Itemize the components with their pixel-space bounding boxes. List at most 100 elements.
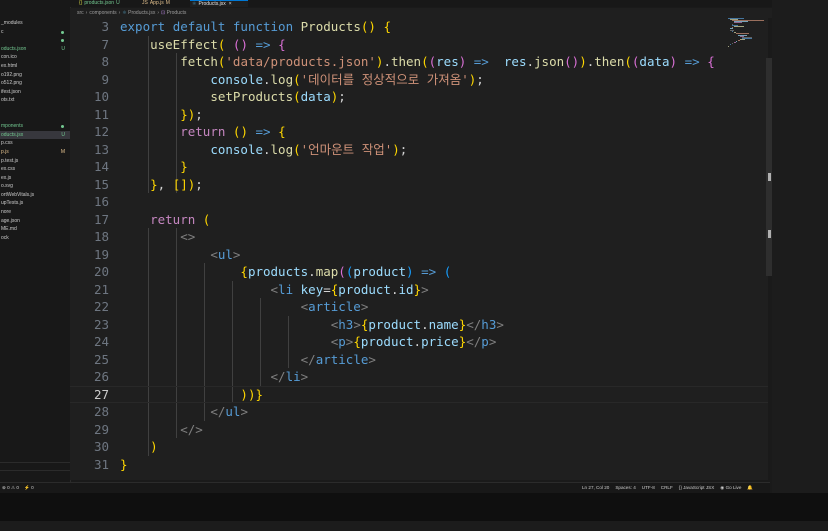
minimap[interactable] [728, 18, 768, 48]
code-line[interactable]: 13 console.log('언마운트 작업'); [70, 141, 768, 159]
line-number: 27 [93, 386, 109, 402]
code-editor[interactable]: 3 export default function Products() {7 u… [70, 18, 768, 480]
minimap-line [734, 25, 745, 27]
code-text: return ( [150, 211, 211, 227]
code-line[interactable]: 26 </li> [70, 368, 768, 386]
explorer-item[interactable]: ifest.json [0, 88, 70, 97]
code-line[interactable]: 19 <ul> [70, 246, 768, 264]
minimap-line [734, 42, 737, 44]
code-text: console.log('언마운트 작업'); [210, 141, 408, 157]
tab-label: App.js [149, 0, 164, 6]
line-number: 11 [93, 106, 109, 122]
explorer-item[interactable]: p.test.js [0, 157, 70, 166]
explorer-item[interactable]: o192.png [0, 71, 70, 80]
line-number: 18 [93, 229, 109, 244]
status-item[interactable]: ◉ Go Live [720, 485, 741, 490]
tab-products-jsx[interactable]: ⚛ Products.jsx × [190, 0, 248, 7]
breadcrumb-segment[interactable]: Products [167, 10, 187, 16]
file-type-icon: JS [142, 0, 148, 6]
explorer-item[interactable]: ortWebVitals.js [0, 191, 70, 200]
line-number: 13 [93, 141, 109, 157]
code-line[interactable]: 28 </ul> [70, 403, 768, 421]
status-item[interactable]: CRLF [661, 485, 673, 490]
code-text: {products.map((product) => ( [240, 264, 452, 279]
explorer-item[interactable]: _modules [0, 19, 70, 28]
code-line[interactable]: 23 <h3>{product.name}</h3> [70, 316, 768, 334]
code-line[interactable]: 30 ) [70, 438, 768, 456]
explorer-divider [0, 470, 70, 471]
code-line[interactable]: 3 export default function Products() { [70, 18, 768, 36]
explorer-item-label: o.svg [1, 183, 13, 190]
code-line[interactable]: 18 <> [70, 228, 768, 246]
breadcrumb-segment[interactable]: src [77, 10, 84, 16]
line-number: 22 [93, 299, 109, 314]
explorer-item[interactable]: age.json [0, 217, 70, 226]
explorer-item[interactable]: p.js M [0, 148, 70, 157]
code-line[interactable]: 21 <li key={product.id}> [70, 281, 768, 299]
code-line[interactable]: 11 }); [70, 106, 768, 124]
code-line[interactable]: 31} [70, 456, 768, 474]
status-item[interactable]: UTF-8 [642, 485, 655, 490]
tab-app-js[interactable]: JS App.js M [140, 0, 188, 7]
minimap-line [738, 40, 741, 41]
status-item[interactable]: 🔔 [747, 485, 753, 490]
code-line[interactable]: 27 ))} [70, 386, 768, 404]
breadcrumb: src › components › ⚛ Products.jsx › ⊡ Products [70, 8, 828, 18]
explorer-item[interactable] [0, 105, 70, 114]
explorer-item[interactable]: o512.png [0, 79, 70, 88]
explorer-item[interactable]: upTests.js [0, 199, 70, 208]
explorer-item[interactable]: oducts.json U [0, 45, 70, 54]
code-line[interactable]: 15 }, []); [70, 176, 768, 194]
minimap-line [732, 43, 734, 45]
explorer-item[interactable]: p.css [0, 139, 70, 148]
status-item[interactable]: Spaces: 4 [615, 485, 635, 490]
code-line[interactable]: 9 console.log('데이터를 정상적으로 가져옴'); [70, 71, 768, 89]
explorer-item[interactable]: ex.js [0, 174, 70, 183]
explorer-item[interactable]: ME.md [0, 225, 70, 234]
code-line[interactable]: 10 setProducts(data); [70, 88, 768, 106]
explorer-item-label: ex.js [1, 174, 12, 181]
code-line[interactable]: 25 </article> [70, 351, 768, 369]
code-text: ) [150, 439, 158, 454]
breadcrumb-segment[interactable]: Products.jsx [128, 10, 155, 16]
code-line[interactable]: 29 </> [70, 421, 768, 439]
explorer-item[interactable]: mponents [0, 122, 70, 131]
explorer-item[interactable]: ex.css [0, 165, 70, 174]
code-line[interactable]: 14 } [70, 158, 768, 176]
explorer-item[interactable]: ex.html [0, 62, 70, 71]
line-number: 29 [93, 421, 109, 437]
code-line[interactable]: 17 return ( [70, 211, 768, 229]
explorer-item[interactable]: ots.txt [0, 96, 70, 105]
explorer-item[interactable] [0, 36, 70, 45]
status-item[interactable]: Ln 27, Col 20 [582, 485, 609, 490]
explorer-item[interactable]: ock [0, 234, 70, 243]
code-line[interactable]: 12 return () => { [70, 123, 768, 141]
explorer-item[interactable]: c [0, 28, 70, 37]
explorer-item[interactable]: o.svg [0, 182, 70, 191]
tab-label: Products.jsx [198, 1, 226, 7]
explorer-item[interactable]: nore [0, 208, 70, 217]
overview-ruler-marker [768, 230, 771, 238]
git-status-dot [61, 39, 64, 43]
code-line[interactable]: 16 [70, 193, 768, 211]
ports-indicator[interactable]: ⚡ 0 [24, 485, 34, 490]
code-line[interactable]: 24 <p>{product.price}</p> [70, 333, 768, 351]
code-line[interactable]: 8 fetch('data/products.json').then((res)… [70, 53, 768, 71]
problems-indicator[interactable]: ⊗ 0 ⚠ 0 [2, 485, 19, 490]
code-line[interactable]: 20 {products.map((product) => ( [70, 263, 768, 281]
close-icon[interactable]: × [229, 1, 232, 7]
explorer-item-label: age.json [1, 217, 20, 224]
explorer-item-label: mponents [1, 123, 23, 130]
status-item[interactable]: {} JavaScript JSX [679, 485, 715, 490]
explorer-item[interactable]: oducts.jsx U [0, 130, 70, 140]
code-line[interactable]: 7 useEffect( () => { [70, 36, 768, 54]
tab-git-status: U [116, 0, 120, 6]
code-line[interactable]: 22 <article> [70, 298, 768, 316]
status-left[interactable]: ⊗ 0 ⚠ 0 ⚡ 0 [2, 483, 34, 493]
breadcrumb-segment[interactable]: components [89, 10, 116, 16]
tab-products-json[interactable]: {} products.json U [77, 0, 139, 7]
explorer-item[interactable] [0, 114, 70, 123]
code-text: setProducts(data); [210, 89, 346, 104]
line-number: 9 [101, 71, 109, 87]
explorer-item[interactable]: con.ico [0, 53, 70, 62]
